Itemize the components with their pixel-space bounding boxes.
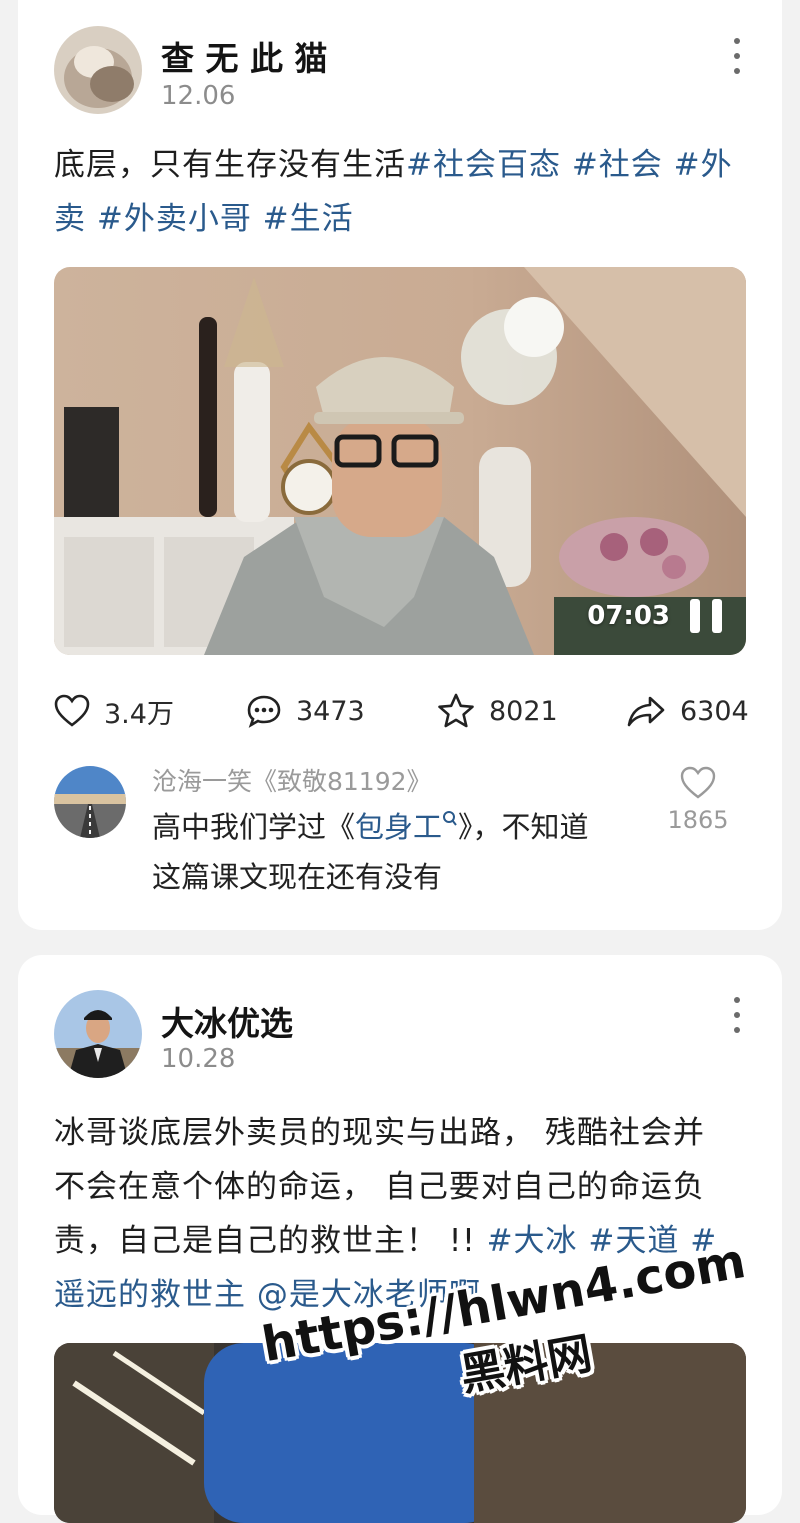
author-name[interactable]: 查 无 此 猫 xyxy=(161,32,327,80)
post-body: 底层，只有生存没有生活 xyxy=(54,147,406,183)
hashtag-links[interactable]: #社会百态 #社会 #外 xyxy=(406,147,733,183)
comment-text: 高中我们学过《包身工 》，不知道这篇课文现在还有没有 xyxy=(152,802,602,902)
video-frame xyxy=(54,267,746,655)
comment-button[interactable]: 3473 xyxy=(246,691,365,731)
post-card: 大冰优选 10.28 冰哥谈底层外卖员的现实与出路， 残酷社会并 不会在意个体的… xyxy=(18,955,782,1523)
search-icon xyxy=(443,811,457,826)
more-vertical-icon[interactable] xyxy=(732,38,742,74)
comment-bubble-icon xyxy=(247,695,281,728)
commenter-name[interactable]: 沧海一笑《致敬81192》 xyxy=(152,762,432,798)
heart-icon xyxy=(680,766,716,799)
like-button[interactable]: 3.4万 xyxy=(54,691,174,731)
action-bar: 3.4万 3473 8021 6304 xyxy=(54,691,750,731)
post-text: 底层，只有生存没有生活#社会百态 #社会 #外 卖 #外卖小哥 #生活 xyxy=(54,138,746,246)
pause-icon[interactable] xyxy=(690,599,722,633)
post-date: 10.28 xyxy=(161,1044,236,1074)
commenter-avatar[interactable] xyxy=(54,766,126,838)
search-link-label: 包身工 xyxy=(355,810,443,844)
author-avatar[interactable] xyxy=(54,990,142,1078)
video-duration: 07:03 xyxy=(587,601,670,631)
hashtag-links[interactable]: 卖 #外卖小哥 #生活 xyxy=(54,201,354,237)
share-button[interactable]: 6304 xyxy=(626,691,749,731)
post-card: 查 无 此 猫 12.06 底层，只有生存没有生活#社会百态 #社会 #外 卖 … xyxy=(18,0,782,930)
author-avatar[interactable] xyxy=(54,26,142,114)
share-arrow-icon xyxy=(627,696,665,727)
post-date: 12.06 xyxy=(161,81,236,111)
favorite-count: 8021 xyxy=(489,695,558,727)
post-body: 冰哥谈底层外卖员的现实与出路， 残酷社会并 xyxy=(54,1115,705,1151)
search-link[interactable]: 包身工 xyxy=(355,810,458,844)
comment-like-count: 1865 xyxy=(667,806,729,834)
author-name[interactable]: 大冰优选 xyxy=(161,997,293,1045)
comment-like-button[interactable]: 1865 xyxy=(658,766,738,834)
comment-count: 3473 xyxy=(296,695,365,727)
star-icon xyxy=(438,693,474,728)
favorite-button[interactable]: 8021 xyxy=(437,691,558,731)
post-body: 不会在意个体的命运， 自己要对自己的命运负 xyxy=(54,1169,705,1205)
share-count: 6304 xyxy=(680,695,749,727)
like-count: 3.4万 xyxy=(104,698,174,730)
comment-text-part: 高中我们学过《 xyxy=(152,810,356,844)
post-body: 责，自己是自己的救世主！ !! xyxy=(54,1223,487,1259)
heart-icon xyxy=(54,694,90,727)
more-vertical-icon[interactable] xyxy=(732,997,742,1033)
video-player[interactable]: 07:03 xyxy=(54,267,746,655)
